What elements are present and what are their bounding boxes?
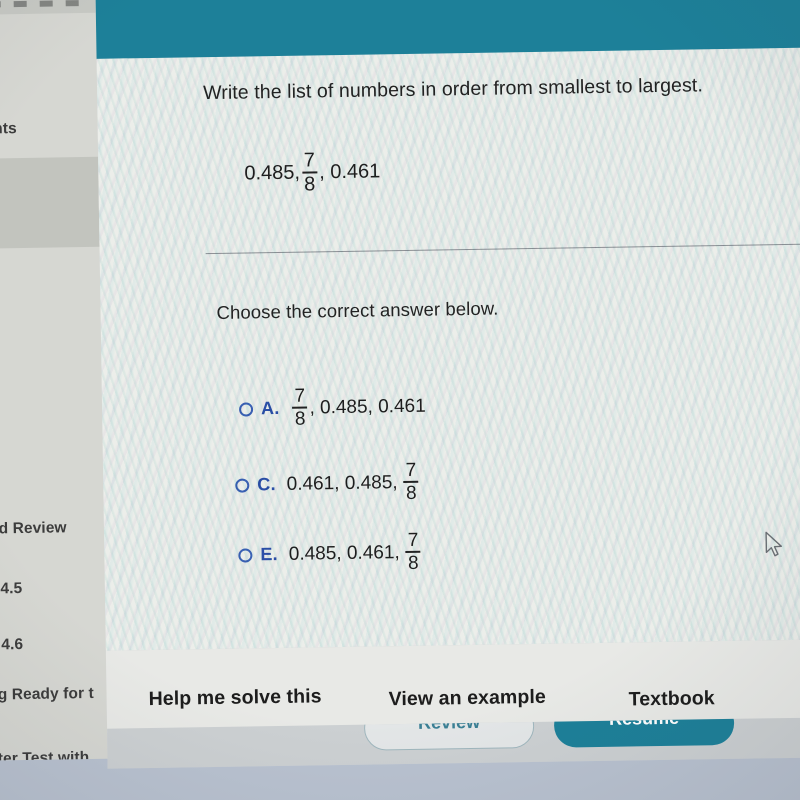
mouse-cursor <box>764 531 786 559</box>
view-an-example-link[interactable]: View an example <box>388 686 546 711</box>
fraction-seven-eighths: 7 8 <box>403 459 419 504</box>
fraction-numerator: 7 <box>405 459 417 481</box>
fraction-numerator: 7 <box>407 529 419 551</box>
choice-letter-a: A. <box>260 398 280 419</box>
sidebar-top-mark <box>0 1 1 8</box>
sidebar: ntents .1 4.2 4.3 4.4 ated Review on 4.5… <box>0 0 109 800</box>
choice-e-leading-terms: 0.485, 0.461, <box>288 541 400 565</box>
choice-value-a: 7 8 , 0.485, 0.461 <box>290 386 426 430</box>
fraction-denominator: 8 <box>405 482 417 504</box>
resume-button[interactable]: Resume <box>553 717 735 748</box>
answer-choice-c[interactable]: C. 0.461, 0.485, 7 8 <box>235 459 421 506</box>
choice-a-trailing-terms: , 0.485, 0.461 <box>309 395 426 419</box>
exercise-card: Write the list of numbers in order from … <box>95 47 800 651</box>
fraction-numerator: 7 <box>294 385 306 407</box>
sidebar-item-section-4-5[interactable]: on 4.5 <box>0 578 108 598</box>
photographed-screen: ntents .1 4.2 4.3 4.4 ated Review on 4.5… <box>0 0 800 800</box>
fraction-denominator: 8 <box>304 172 316 196</box>
choice-letter-e: E. <box>260 544 278 565</box>
sidebar-item-section-4-3[interactable]: 4.3 <box>0 394 108 414</box>
answer-prompt: Choose the correct answer below. <box>216 297 499 323</box>
sidebar-top-mark <box>39 0 53 7</box>
sidebar-highlight-band <box>0 156 100 249</box>
screen-moire-overlay <box>95 47 800 651</box>
choice-value-e: 0.485, 0.461, 7 8 <box>288 529 423 576</box>
main-content: Write the list of numbers in order from … <box>95 0 800 800</box>
problem-expression: 0.485, 7 8 , 0.461 <box>244 149 381 196</box>
sidebar-item-integrated-review[interactable]: ated Review <box>0 518 108 538</box>
question-text: Write the list of numbers in order from … <box>202 74 704 105</box>
section-divider <box>205 243 800 255</box>
sidebar-item-getting-ready-line2[interactable]: t <box>0 704 108 724</box>
help-me-solve-this-link[interactable]: Help me solve this <box>148 685 321 711</box>
fraction-seven-eighths: 7 8 <box>292 385 308 430</box>
fraction-numerator: 7 <box>303 149 316 172</box>
screenshot-root: ntents .1 4.2 4.3 4.4 ated Review on 4.5… <box>0 0 800 800</box>
textbook-link[interactable]: Textbook <box>629 687 715 711</box>
sidebar-item-section-4-2[interactable]: 4.2 <box>0 326 108 346</box>
sidebar-item-contents[interactable]: ntents <box>0 118 108 138</box>
fraction-denominator: 8 <box>294 408 306 430</box>
fraction-seven-eighths: 7 8 <box>301 149 318 196</box>
answer-choice-e[interactable]: E. 0.485, 0.461, 7 8 <box>238 529 423 576</box>
radio-button-e[interactable] <box>238 548 253 563</box>
sidebar-item-section-1[interactable]: .1 <box>0 254 108 274</box>
screen-moire-overlay-2 <box>95 47 800 651</box>
choice-value-c: 0.461, 0.485, 7 8 <box>286 459 421 506</box>
expression-first-term: 0.485, <box>244 161 301 185</box>
fraction-seven-eighths: 7 8 <box>405 529 421 574</box>
fraction-denominator: 8 <box>407 552 419 574</box>
radio-button-a[interactable] <box>238 402 254 417</box>
choice-letter-c: C. <box>257 474 276 495</box>
sidebar-top-mark <box>13 0 27 8</box>
sidebar-item-getting-ready[interactable]: ting Ready for t <box>0 684 108 704</box>
radio-button-c[interactable] <box>235 478 250 493</box>
sidebar-item-section-4-4[interactable]: 4.4 <box>0 456 108 476</box>
choice-c-leading-terms: 0.461, 0.485, <box>286 471 398 495</box>
answer-choice-a[interactable]: A. 7 8 , 0.485, 0.461 <box>238 386 426 430</box>
expression-last-term: , 0.461 <box>318 160 381 184</box>
sidebar-top-mark <box>65 0 79 7</box>
sidebar-item-section-4-6[interactable]: on 4.6 <box>0 634 108 654</box>
